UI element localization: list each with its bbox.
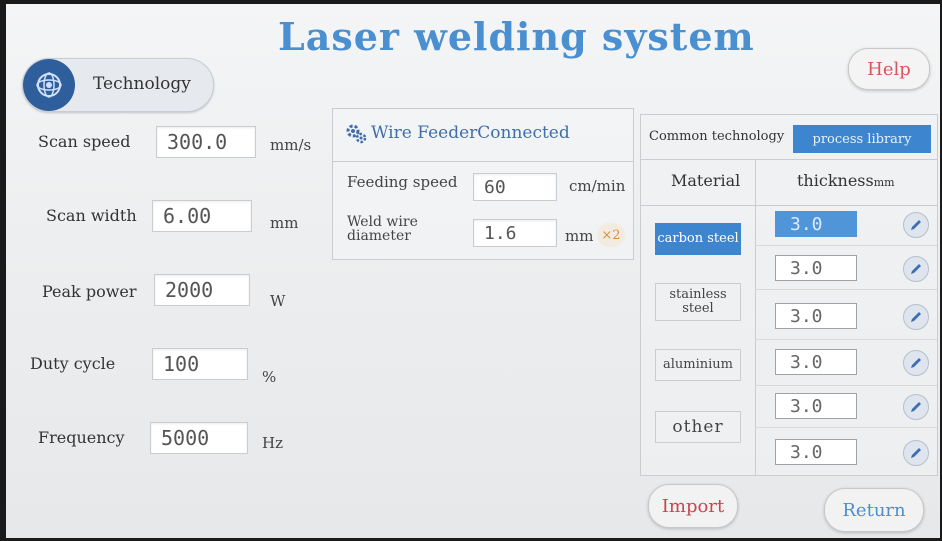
feeding-speed-input[interactable]: 60: [473, 173, 557, 201]
scan-width-unit: mm: [270, 214, 299, 232]
wire-diameter-unit: mm: [565, 227, 594, 245]
frequency-label: Frequency: [38, 428, 125, 447]
edit-icon[interactable]: [903, 256, 929, 282]
peak-power-unit: W: [270, 292, 286, 310]
multiplier-button[interactable]: ×2: [597, 223, 625, 247]
frequency-unit: Hz: [262, 434, 283, 452]
scan-width-label: Scan width: [46, 206, 137, 225]
thickness-input-1[interactable]: 3.0: [775, 211, 857, 237]
diameter-label: diameter: [347, 228, 411, 244]
feeding-speed-label: Feeding speed: [347, 173, 458, 191]
thickness-header-label: thickness: [797, 171, 874, 190]
header-separator: [641, 205, 937, 206]
edit-icon[interactable]: [903, 350, 929, 376]
thickness-input-4[interactable]: 3.0: [775, 349, 857, 375]
edit-icon[interactable]: [903, 212, 929, 238]
process-library-panel: Common technology process library Materi…: [640, 114, 938, 476]
thickness-input-3[interactable]: 3.0: [775, 303, 857, 329]
technology-tab-label: Technology: [93, 74, 191, 94]
row-separator: [755, 245, 937, 246]
scan-speed-label: Scan speed: [38, 132, 131, 151]
peak-power-label: Peak power: [42, 282, 137, 301]
material-aluminium[interactable]: aluminium: [655, 349, 741, 381]
tab-common-technology[interactable]: Common technology: [649, 129, 784, 144]
gear-icon: [345, 123, 367, 149]
row-separator: [755, 385, 937, 386]
help-button[interactable]: Help: [848, 48, 930, 90]
material-header: Material: [671, 171, 741, 190]
wire-feeder-title: Wire FeederConnected: [371, 123, 570, 143]
tab-process-library[interactable]: process library: [793, 125, 931, 153]
thickness-input-2[interactable]: 3.0: [775, 255, 857, 281]
duty-cycle-unit: %: [262, 368, 277, 386]
weld-wire-label: Weld wire: [347, 214, 418, 230]
edit-icon[interactable]: [903, 304, 929, 330]
wire-feeder-panel: Wire FeederConnected Feeding speed 60 cm…: [332, 108, 634, 260]
edit-icon[interactable]: [903, 440, 929, 466]
scan-width-input[interactable]: 6.00: [152, 200, 252, 232]
scan-speed-input[interactable]: 300.0: [156, 126, 256, 158]
peak-power-input[interactable]: 2000: [154, 274, 250, 306]
duty-cycle-label: Duty cycle: [30, 354, 116, 373]
wire-diameter-input[interactable]: 1.6: [473, 219, 557, 247]
material-other[interactable]: other: [655, 411, 741, 443]
wire-feeder-header: Wire FeederConnected: [333, 109, 633, 162]
row-separator: [755, 339, 937, 340]
material-carbon-steel[interactable]: carbon steel: [655, 223, 741, 255]
thickness-input-6[interactable]: 3.0: [775, 439, 857, 465]
import-button[interactable]: Import: [648, 484, 738, 528]
edit-icon[interactable]: [903, 394, 929, 420]
screen: Technology Laser welding system Help Sca…: [6, 4, 940, 538]
thickness-input-5[interactable]: 3.0: [775, 393, 857, 419]
library-tabs: Common technology process library: [641, 115, 937, 160]
technology-icon: [23, 59, 75, 111]
return-button[interactable]: Return: [824, 488, 924, 532]
row-separator: [755, 289, 937, 290]
scan-speed-unit: mm/s: [270, 136, 312, 154]
technology-tab[interactable]: Technology: [22, 58, 214, 112]
row-separator: [755, 427, 937, 428]
page-title: Laser welding system: [278, 14, 755, 59]
thickness-header: thicknessmm: [797, 171, 895, 190]
feeding-speed-unit: cm/min: [569, 177, 626, 195]
material-stainless-steel[interactable]: stainless steel: [655, 283, 741, 321]
thickness-unit: mm: [873, 176, 895, 189]
frequency-input[interactable]: 5000: [150, 422, 248, 454]
duty-cycle-input[interactable]: 100: [152, 348, 248, 380]
